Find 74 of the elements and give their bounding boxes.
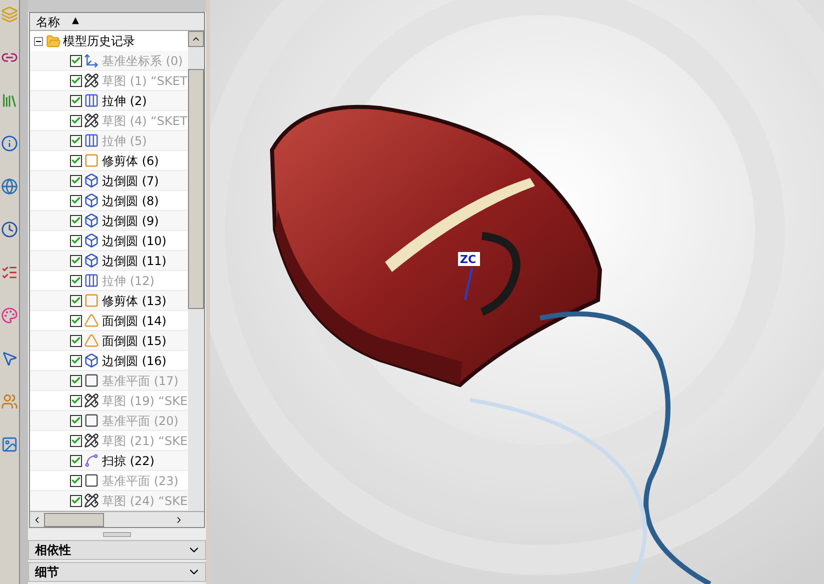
tree-root[interactable]: 模型历史记录	[63, 32, 135, 50]
columns-icon	[84, 273, 99, 288]
folder-icon	[46, 34, 61, 48]
cube-icon	[84, 193, 99, 208]
checkbox[interactable]	[70, 494, 82, 506]
checkbox[interactable]	[70, 334, 82, 346]
column-header[interactable]: 名称 ▲	[30, 13, 204, 31]
axis-label: ZC	[460, 253, 476, 266]
checkbox[interactable]	[70, 454, 82, 466]
square-icon	[84, 153, 99, 168]
column-header-label: 名称	[36, 14, 60, 30]
panel-label: 细节	[35, 564, 59, 581]
checkbox[interactable]	[70, 74, 82, 86]
checkbox[interactable]	[70, 314, 82, 326]
checkbox[interactable]	[70, 114, 82, 126]
horizontal-scrollbar[interactable]	[30, 511, 204, 527]
pencil-ruler-icon	[84, 393, 99, 408]
checkbox[interactable]	[70, 174, 82, 186]
pencil-ruler-icon	[84, 113, 99, 128]
landscape-icon[interactable]	[1, 436, 18, 453]
checkbox[interactable]	[70, 474, 82, 486]
list-icon[interactable]	[1, 264, 18, 281]
expander[interactable]	[34, 36, 43, 46]
checkbox[interactable]	[70, 294, 82, 306]
checkbox[interactable]	[70, 234, 82, 246]
triangle-icon	[84, 313, 99, 328]
checkbox[interactable]	[70, 94, 82, 106]
pencil-ruler-icon	[84, 493, 99, 508]
checkbox[interactable]	[70, 274, 82, 286]
checkbox[interactable]	[70, 154, 82, 166]
checkbox[interactable]	[70, 414, 82, 426]
checkbox[interactable]	[70, 354, 82, 366]
axes-icon	[84, 53, 99, 68]
triangle-icon	[84, 333, 99, 348]
checkbox[interactable]	[70, 434, 82, 446]
tree-item[interactable]: 边倒圆 (8)	[102, 192, 159, 210]
pencil-ruler-icon	[84, 433, 99, 448]
clock-icon[interactable]	[1, 221, 18, 238]
axis-line	[464, 268, 473, 300]
checkbox[interactable]	[70, 254, 82, 266]
cube-icon	[84, 353, 99, 368]
cube-icon	[84, 173, 99, 188]
checkbox[interactable]	[70, 214, 82, 226]
checkbox[interactable]	[70, 54, 82, 66]
globe-icon[interactable]	[1, 178, 18, 195]
splitter-handle[interactable]	[103, 532, 131, 536]
checkbox[interactable]	[70, 394, 82, 406]
tree-item[interactable]: 边倒圆 (16)	[102, 352, 166, 370]
vertical-scrollbar[interactable]	[188, 31, 204, 511]
checkbox[interactable]	[70, 194, 82, 206]
square-icon	[84, 293, 99, 308]
plane-icon	[84, 473, 99, 488]
books-icon[interactable]	[1, 92, 18, 109]
collapsible-panel-header[interactable]: 相依性	[28, 540, 206, 560]
panel-label: 相依性	[35, 542, 71, 559]
columns-icon	[84, 133, 99, 148]
cube-icon	[84, 253, 99, 268]
sort-arrow: ▲	[72, 14, 79, 28]
pencil-ruler-icon	[84, 73, 99, 88]
tree-item[interactable]: 边倒圆 (10)	[102, 232, 166, 250]
collapsible-panel-header[interactable]: 细节	[28, 562, 206, 582]
columns-icon	[84, 93, 99, 108]
checkbox[interactable]	[70, 134, 82, 146]
tree-item[interactable]: 修剪体 (6)	[102, 152, 159, 170]
palette-icon[interactable]	[1, 307, 18, 324]
cube-icon	[84, 213, 99, 228]
tree-item[interactable]: 面倒圆 (14)	[102, 312, 166, 330]
plane-icon	[84, 373, 99, 388]
pointer-icon[interactable]	[1, 350, 18, 367]
curve-icon	[84, 453, 99, 468]
cube-icon	[84, 233, 99, 248]
info-icon[interactable]	[1, 135, 18, 152]
plane-icon	[84, 413, 99, 428]
checkbox[interactable]	[70, 374, 82, 386]
